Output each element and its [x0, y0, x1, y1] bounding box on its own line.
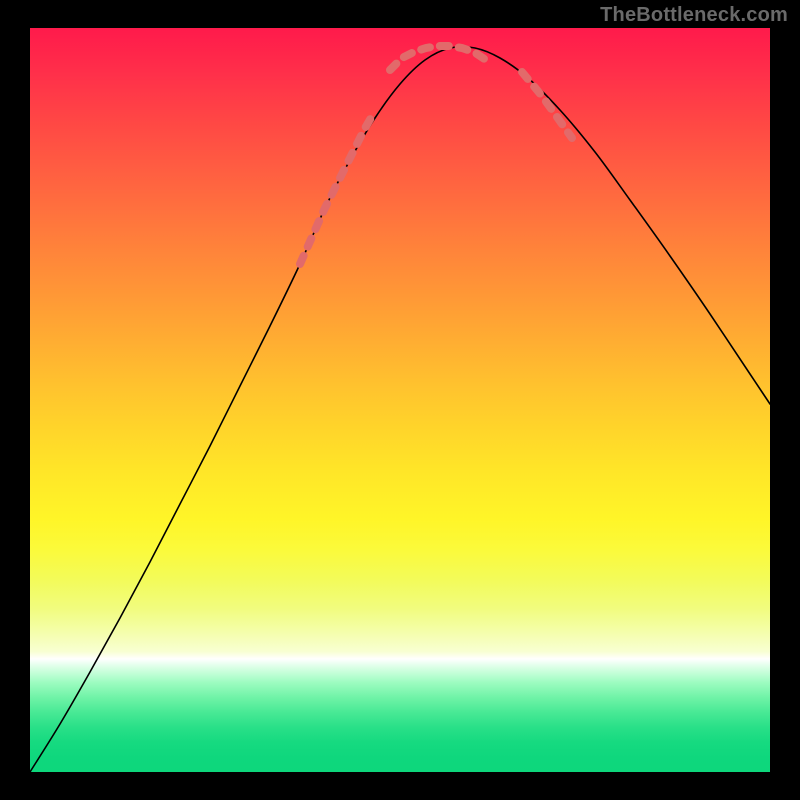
- highlight-right: [522, 72, 572, 138]
- bottleneck-curve: [30, 47, 770, 772]
- chart-frame: TheBottleneck.com: [0, 0, 800, 800]
- watermark: TheBottleneck.com: [600, 4, 788, 27]
- highlight-left: [300, 116, 372, 264]
- plot-area: [30, 28, 770, 772]
- highlight-bottom: [390, 46, 486, 70]
- chart-svg: [30, 28, 770, 772]
